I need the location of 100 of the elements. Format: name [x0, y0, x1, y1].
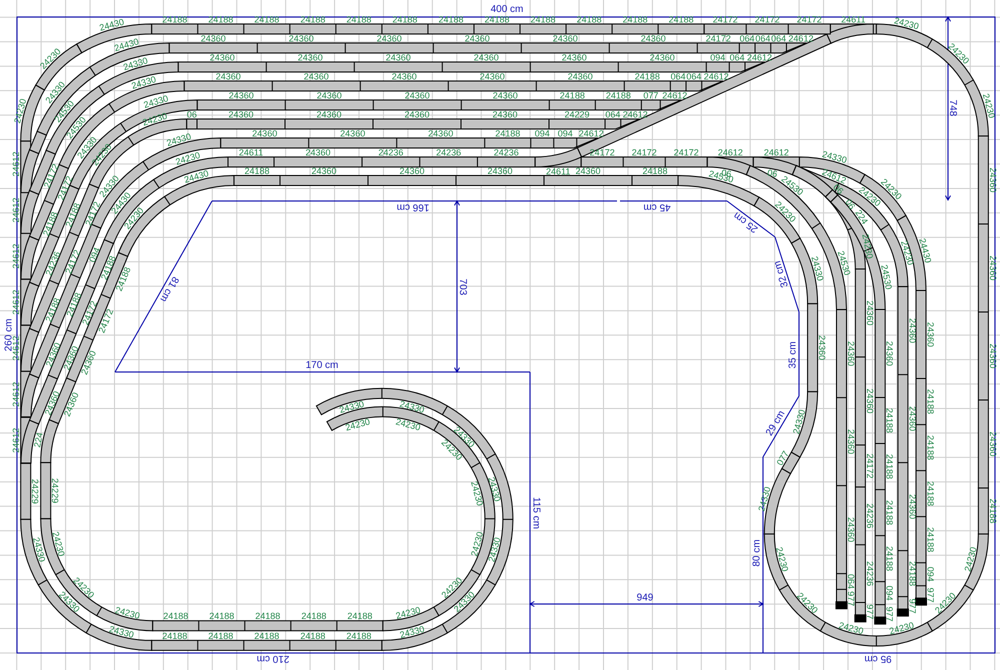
track-label: 24172	[83, 200, 102, 228]
track-label: 24330	[130, 74, 158, 91]
track-label: 24188	[926, 435, 936, 460]
track-label: 24230	[469, 480, 486, 507]
dimension-label: 81 cm	[157, 274, 181, 304]
track-label: 077	[774, 449, 791, 468]
track-label: 24188	[884, 454, 895, 480]
dimension-label: 748	[947, 100, 958, 116]
track-label: 24330	[821, 149, 848, 166]
track-label: 24360	[399, 166, 425, 176]
track-label: 094	[926, 566, 936, 582]
track-label: 24330	[165, 131, 192, 148]
track-label: 24360	[298, 52, 323, 62]
track-label: 24360	[311, 166, 337, 176]
turnout	[826, 24, 877, 44]
track-label: 24188	[347, 611, 372, 622]
track-label: 24172	[754, 14, 780, 24]
track-label: 24360	[316, 90, 342, 100]
track-label: 24360	[575, 166, 601, 176]
dimension-label: 95 cm	[864, 653, 892, 664]
track-label: 24188	[392, 14, 418, 24]
track-label: 24230	[344, 416, 372, 433]
track-label: 24330	[31, 536, 48, 563]
track-label: 24360	[404, 90, 430, 100]
track-label: 24230	[141, 110, 168, 128]
track-label: 24612	[11, 152, 22, 177]
track-label: 24172	[796, 14, 822, 24]
track-label: 977	[846, 591, 856, 606]
track-label: 06	[186, 110, 197, 120]
track-label: 064	[771, 34, 786, 44]
track-label: 24188	[162, 630, 188, 641]
track-label: 064	[740, 34, 755, 44]
track-label: 24330	[791, 408, 808, 436]
track-label: 24230	[114, 604, 141, 621]
track-label: 24172	[590, 148, 615, 158]
track-label: 24360	[79, 349, 98, 376]
track-label: 24330	[122, 55, 149, 72]
track-label: 24236	[44, 250, 62, 278]
track-label: 094	[710, 52, 726, 62]
track-label: 24612	[764, 148, 789, 158]
dimension-label: 45 cm	[643, 202, 671, 212]
track-label: 24330	[142, 93, 170, 110]
track-label: 24360	[492, 90, 518, 100]
track-label: 24230	[469, 530, 486, 558]
track-label: 24188	[163, 611, 188, 622]
track-label: 24360	[492, 110, 518, 120]
track-label: 24188	[484, 14, 510, 24]
track-label: 24360	[640, 34, 666, 44]
track-label: 24611	[546, 166, 570, 176]
track-label: 094	[558, 128, 573, 138]
track-label: 24360	[306, 148, 331, 158]
track-label: 064	[846, 574, 856, 590]
track-label: 24188	[346, 14, 372, 24]
buffer-stop-icon	[915, 598, 927, 606]
track-label: 24230	[980, 92, 997, 120]
track-label: 24229	[50, 478, 60, 504]
track-label: 24188	[208, 630, 234, 641]
track-label: 24188	[300, 14, 326, 24]
track-label: 24188	[907, 561, 918, 586]
track-label: 24360	[926, 322, 936, 348]
dimension-label: 166 cm	[396, 202, 430, 212]
buffer-stop-icon	[874, 616, 886, 625]
track-label: 24360	[376, 34, 402, 44]
track-label: 24172	[706, 34, 731, 44]
track-label: 24611	[238, 148, 264, 158]
track-label: 24360	[288, 34, 314, 44]
track-label: 24360	[474, 52, 499, 62]
track-label: 24612	[622, 110, 648, 120]
track-label: 24360	[562, 52, 587, 62]
track-label: 24530	[879, 264, 894, 290]
track-label: 24330	[756, 486, 773, 512]
track-label: 24360	[846, 517, 856, 542]
track-label: 24188	[926, 481, 936, 506]
track-label: 24230	[394, 416, 422, 433]
track-label: 24360	[42, 390, 62, 417]
track-label: 24360	[340, 128, 366, 138]
track-label: 064	[686, 72, 702, 82]
track-label: 24172	[96, 307, 116, 334]
track-label: 24360	[988, 255, 998, 281]
dimension-label: 210 cm	[256, 653, 290, 664]
track-label: 24360	[200, 34, 226, 44]
track-label: 24360	[464, 34, 490, 44]
track-label: 24230	[962, 546, 979, 573]
track-label: 24188	[668, 14, 694, 24]
track-label: 24360	[568, 72, 593, 82]
track-label: 24188	[530, 14, 556, 24]
track-label: 24230	[174, 150, 202, 167]
dimension-label: 25 cm	[732, 209, 760, 235]
track-label: 24236	[864, 503, 875, 528]
track-label: 24188	[622, 14, 648, 24]
track-label: 24360	[988, 431, 998, 457]
track-label: 24172	[63, 248, 82, 276]
track-label: 24172	[632, 148, 657, 158]
track-label: 24188	[300, 630, 326, 641]
track-label: 24188	[64, 202, 82, 229]
track-label: 24188	[244, 166, 270, 176]
track-label: 24360	[907, 318, 918, 344]
track-label: 24612	[820, 166, 848, 186]
track-label: 24612	[11, 244, 22, 269]
track-label: 24360	[62, 390, 81, 418]
